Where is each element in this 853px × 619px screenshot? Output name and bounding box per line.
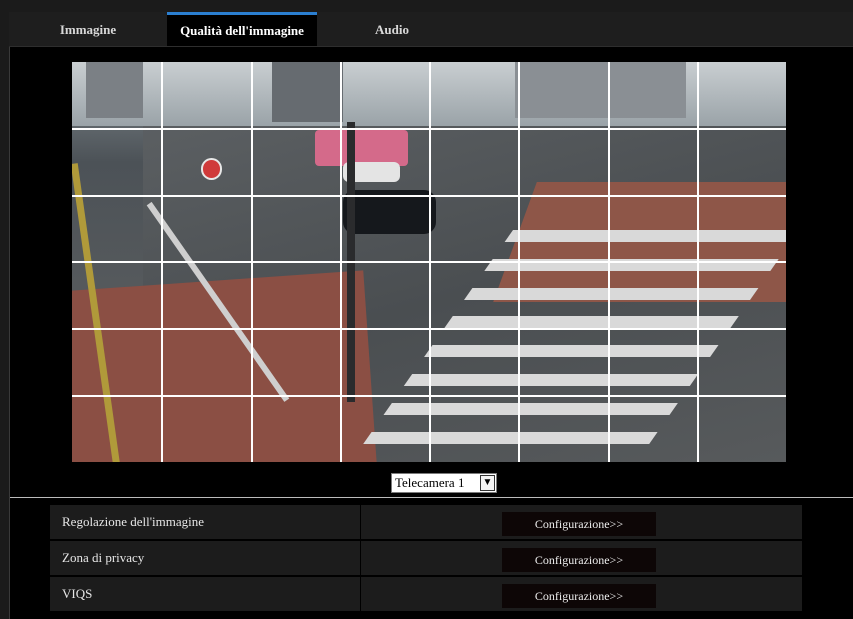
configurazione-button[interactable]: Configurazione>> [502,548,656,572]
chevron-down-icon[interactable]: ▼ [480,475,495,491]
camera-select-value: Telecamera 1 [395,475,465,490]
grid-overlay [72,62,786,462]
configurazione-button[interactable]: Configurazione>> [502,584,656,608]
tab-audio[interactable]: Audio [317,12,467,46]
camera-select[interactable]: Telecamera 1 ▼ [391,473,497,493]
configurazione-button[interactable]: Configurazione>> [502,512,656,536]
camera-image-grid[interactable] [72,62,786,462]
row-label: Regolazione dell'immagine [62,514,205,529]
row-label: Zona di privacy [62,550,145,565]
section-divider [10,497,853,498]
settings-row-zona-privacy: Zona di privacy Configurazione>> [50,541,802,575]
row-label: VIQS [62,586,93,601]
tab-qualita-immagine[interactable]: Qualità dell'immagine [167,12,317,46]
tab-immagine[interactable]: Immagine [9,12,167,46]
settings-row-viqs: VIQS Configurazione>> [50,577,802,611]
tab-bar: Immagine Qualità dell'immagine Audio [9,12,853,47]
settings-row-regolazione: Regolazione dell'immagine Configurazione… [50,505,802,539]
